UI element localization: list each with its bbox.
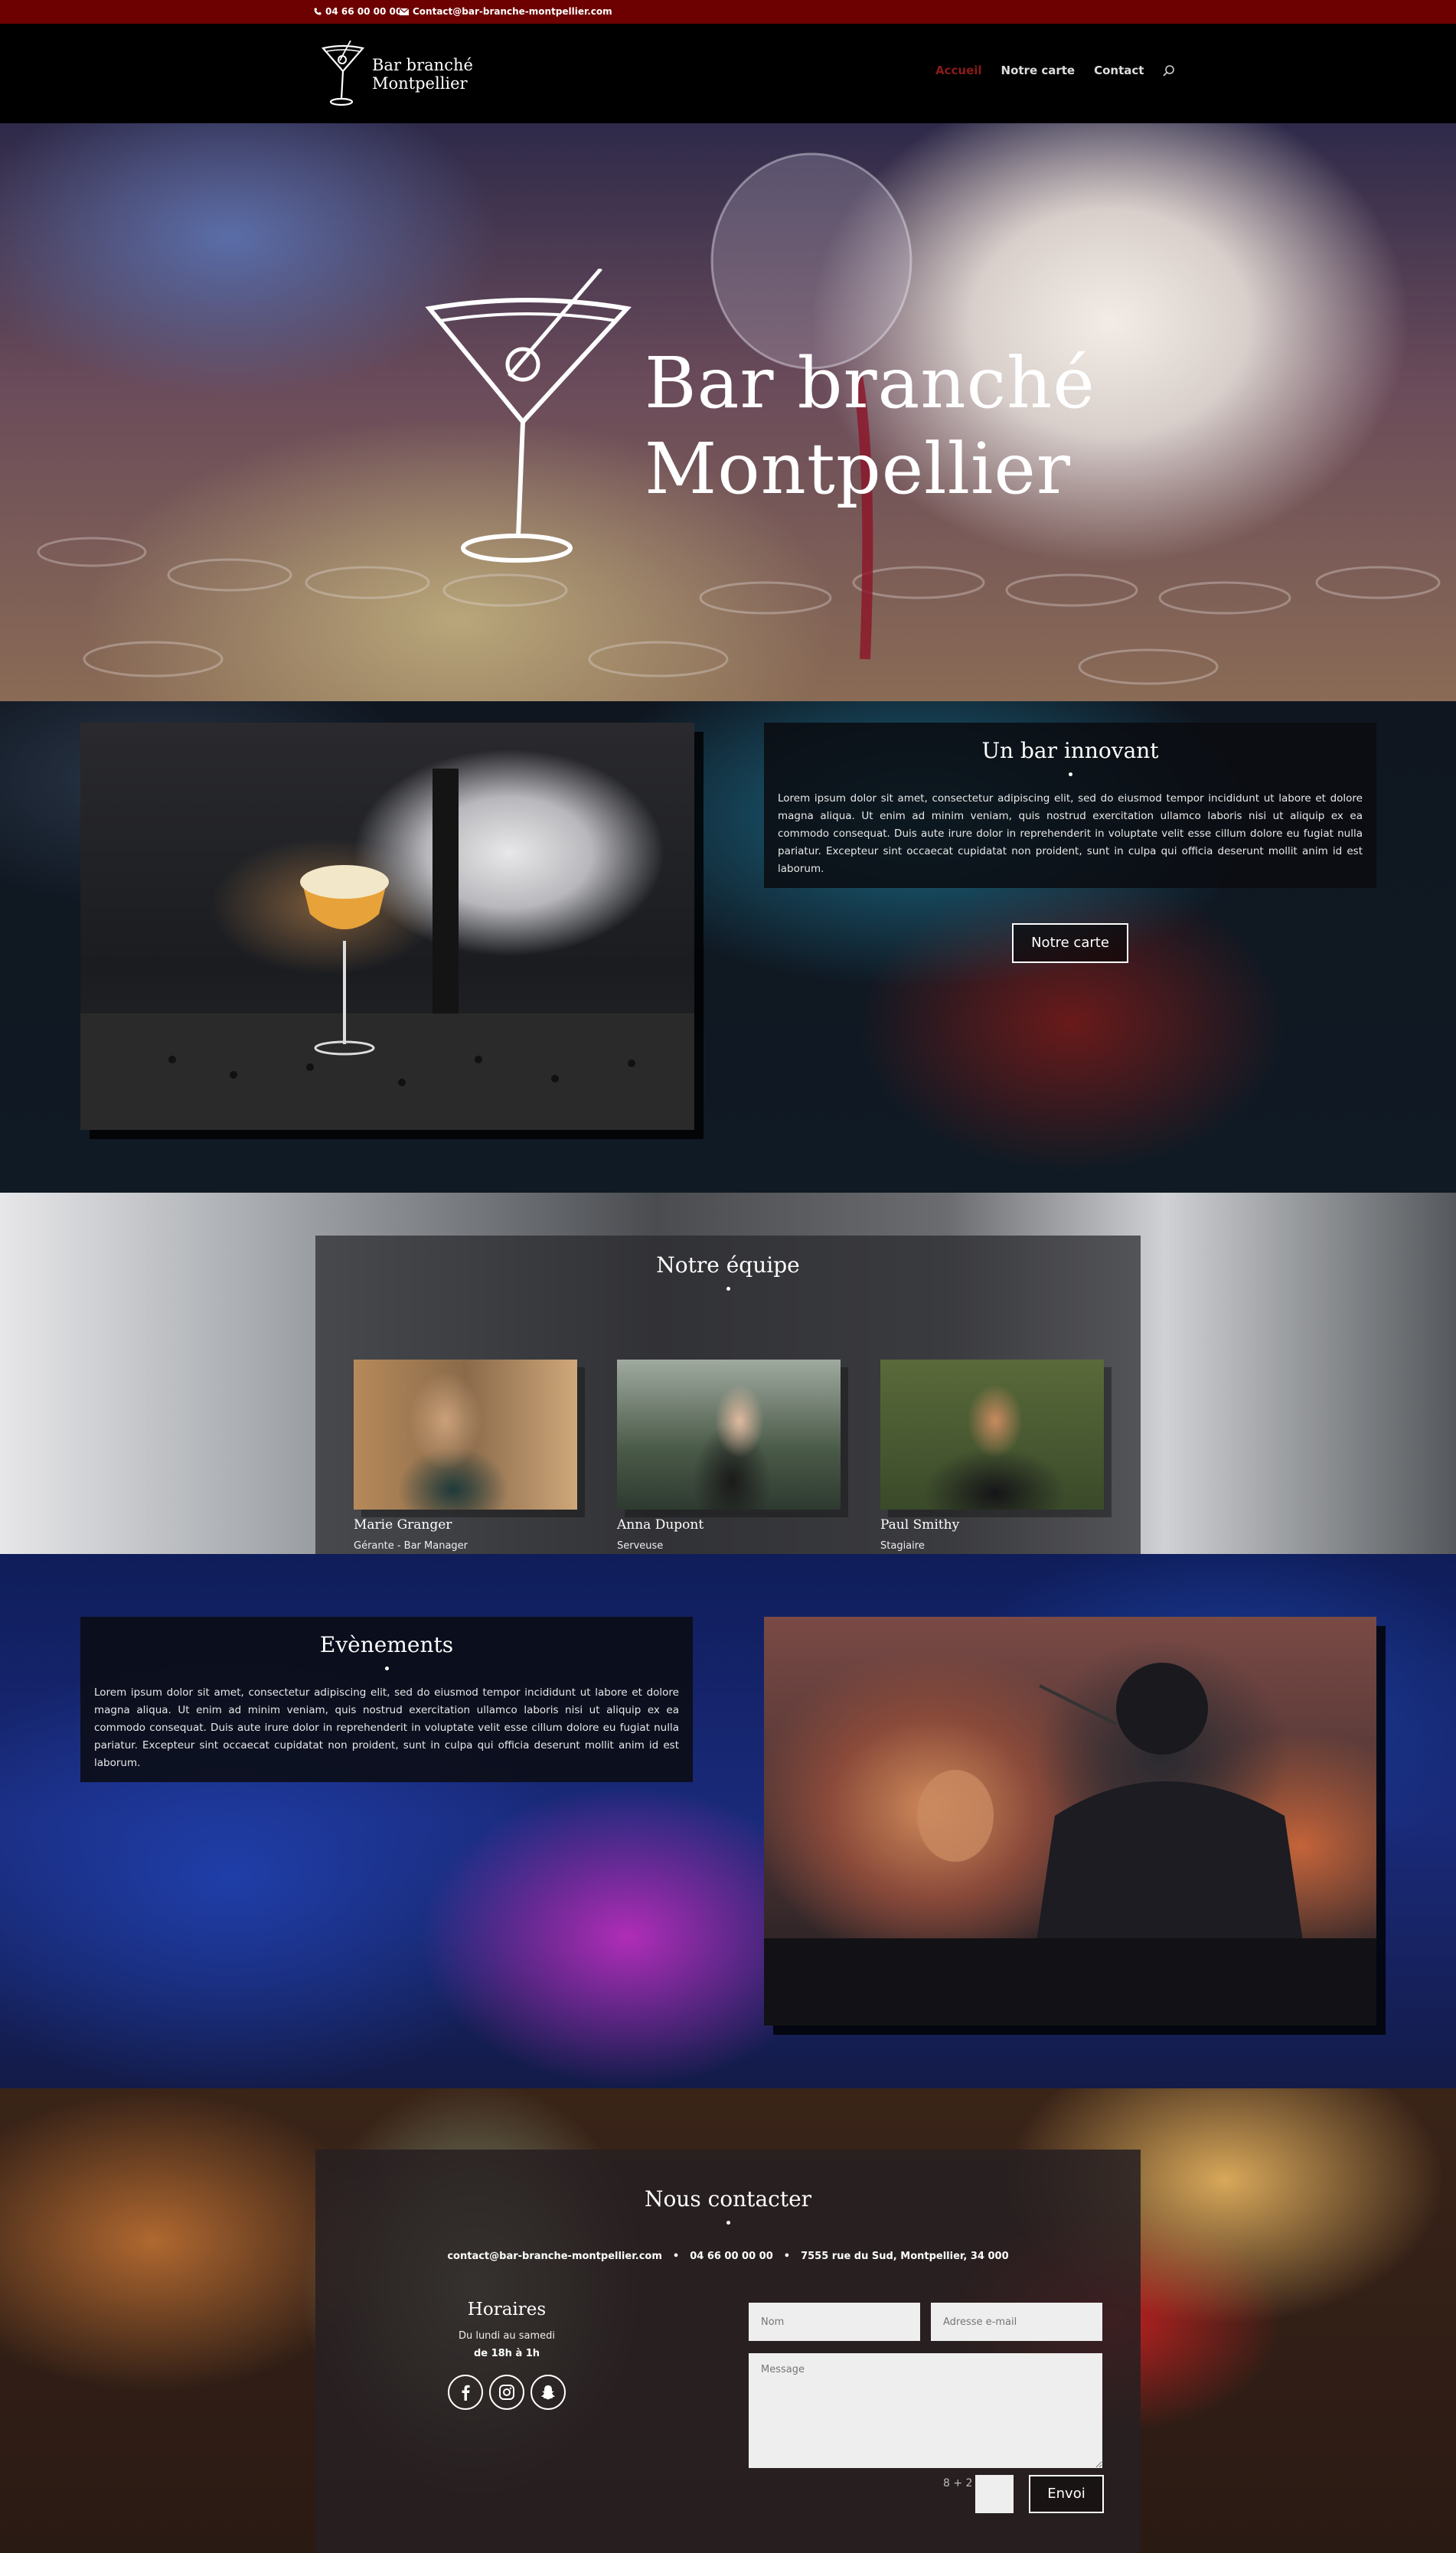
team-card: Notre équipe Marie Granger Gérante - Bar… — [315, 1236, 1141, 1554]
member-role: Stagiaire — [880, 1540, 925, 1552]
cocktail-illustration — [80, 769, 694, 1130]
contact-title: Nous contacter — [644, 2186, 812, 2212]
main-nav: Accueil Notre carte Contact — [935, 64, 1175, 77]
events-text: Lorem ipsum dolor sit amet, consectetur … — [94, 1686, 679, 1769]
email-text: Contact@bar-branche-montpellier.com — [413, 6, 612, 17]
contact-email[interactable]: contact@bar-branche-montpellier.com — [447, 2251, 662, 2262]
logo-line1: Bar branché — [372, 56, 473, 74]
innovant-text: Lorem ipsum dolor sit amet, consectetur … — [778, 792, 1363, 875]
nav-notre-carte[interactable]: Notre carte — [1001, 64, 1076, 77]
contact-card: Nous contacter contact@bar-branche-montp… — [315, 2150, 1141, 2553]
opening-hours: Horaires Du lundi au samedi de 18h à 1h — [438, 2300, 576, 2410]
events-title: Evènements — [319, 1632, 454, 1657]
logo-line2: Montpellier — [372, 74, 468, 93]
title-separator-dot — [384, 1667, 389, 1670]
phone-text: 04 66 00 00 00 — [325, 6, 403, 17]
instagram-icon[interactable] — [489, 2375, 524, 2410]
team-member: Anna Dupont Serveuse — [617, 1360, 841, 1552]
contact-address: 7555 rue du Sud, Montpellier, 34 000 — [801, 2251, 1009, 2262]
innovant-title: Un bar innovant — [981, 738, 1159, 763]
member-name: Marie Granger — [354, 1517, 452, 1533]
section-evenements: Evènements Lorem ipsum dolor sit amet, c… — [0, 1554, 1456, 2088]
member-name: Paul Smithy — [880, 1517, 960, 1533]
social-links — [438, 2375, 576, 2410]
separator-dot: • — [672, 2251, 680, 2262]
mail-icon — [400, 8, 409, 15]
hours-days: Du lundi au samedi — [458, 2330, 556, 2342]
dj-photo — [764, 1617, 1376, 2026]
hero-title: Bar branché Montpellier — [645, 341, 1095, 512]
member-photo — [880, 1360, 1104, 1510]
email-field[interactable] — [931, 2303, 1102, 2341]
name-field[interactable] — [749, 2303, 920, 2341]
hero-title-line2: Montpellier — [645, 428, 1071, 510]
message-field[interactable] — [749, 2353, 1102, 2468]
nav-accueil[interactable]: Accueil — [935, 64, 982, 77]
martini-logo-icon — [321, 41, 365, 106]
hours-time: de 18h à 1h — [473, 2348, 540, 2359]
title-separator-dot — [1068, 772, 1072, 776]
member-photo — [354, 1360, 577, 1510]
separator-dot: • — [783, 2251, 791, 2262]
logo[interactable]: Bar branché Montpellier — [320, 41, 473, 108]
facebook-icon[interactable] — [448, 2375, 483, 2410]
section-contact: Nous contacter contact@bar-branche-montp… — [0, 2088, 1456, 2553]
dj-illustration — [764, 1663, 1376, 2026]
team-title: Notre équipe — [656, 1252, 800, 1278]
member-photo — [617, 1360, 841, 1510]
contact-info-line: contact@bar-branche-montpellier.com • 04… — [315, 2251, 1141, 2262]
phone-icon — [314, 8, 322, 15]
title-separator-dot — [726, 1287, 730, 1291]
topbar-phone[interactable]: 04 66 00 00 00 — [314, 6, 402, 17]
nav-contact[interactable]: Contact — [1094, 64, 1144, 77]
section-bar-innovant: Un bar innovant Lorem ipsum dolor sit am… — [0, 701, 1456, 1193]
cocktail-photo — [80, 723, 694, 1130]
submit-button[interactable]: Envoi — [1029, 2475, 1104, 2513]
martini-glass-illustration — [425, 269, 632, 563]
innovant-text-card: Un bar innovant Lorem ipsum dolor sit am… — [764, 723, 1376, 888]
contact-phone[interactable]: 04 66 00 00 00 — [690, 2251, 773, 2262]
hero-title-line1: Bar branché — [645, 342, 1095, 424]
events-text-card: Evènements Lorem ipsum dolor sit amet, c… — [80, 1617, 693, 1782]
topbar-email[interactable]: Contact@bar-branche-montpellier.com — [400, 6, 612, 17]
snapchat-icon[interactable] — [530, 2375, 566, 2410]
member-role: Serveuse — [617, 1540, 664, 1552]
top-bar: 04 66 00 00 00 Contact@bar-branche-montp… — [0, 0, 1456, 24]
hero-banner: Bar branché Montpellier — [0, 123, 1456, 701]
section-equipe: Notre équipe Marie Granger Gérante - Bar… — [0, 1193, 1456, 1554]
title-separator-dot — [726, 2221, 730, 2225]
hours-title: Horaires — [467, 2300, 547, 2320]
member-role: Gérante - Bar Manager — [354, 1540, 468, 1552]
notre-carte-button[interactable]: Notre carte — [1012, 923, 1128, 963]
member-name: Anna Dupont — [617, 1517, 704, 1533]
logo-text: Bar branché Montpellier — [372, 56, 473, 93]
captcha-input[interactable] — [975, 2475, 1014, 2513]
site-header: Bar branché Montpellier Accueil Notre ca… — [0, 24, 1456, 123]
search-icon[interactable] — [1163, 64, 1175, 77]
team-member: Marie Granger Gérante - Bar Manager — [354, 1360, 577, 1552]
team-member: Paul Smithy Stagiaire — [880, 1360, 1104, 1552]
